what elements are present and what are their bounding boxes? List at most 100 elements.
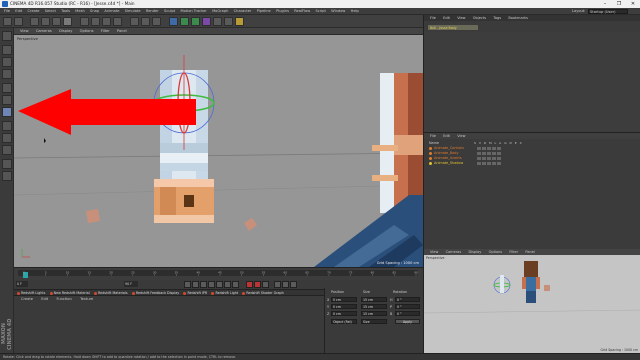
menu-script[interactable]: Script [315, 8, 325, 15]
menu-simulate[interactable]: Simulate [125, 8, 141, 15]
goto-start-icon[interactable] [184, 281, 191, 288]
menu-realflow[interactable]: RealFlow [294, 8, 310, 15]
menu-help[interactable]: Help [351, 8, 359, 15]
rot-p-field[interactable]: 0 ° [395, 304, 420, 309]
layer-menu-view[interactable]: View [457, 133, 465, 139]
move-icon[interactable] [41, 17, 50, 26]
obj-menu-file[interactable]: File [430, 15, 436, 21]
workplane-icon[interactable] [2, 69, 12, 79]
mat-menu-function[interactable]: Function [56, 296, 71, 302]
minimize-button[interactable]: – [598, 0, 612, 8]
make-editable-icon[interactable] [2, 31, 12, 41]
viewport-menu-panel[interactable]: Panel [117, 28, 127, 35]
menu-snap[interactable]: Snap [90, 8, 99, 15]
size-x-field[interactable]: 15 cm [361, 297, 387, 302]
goto-end-icon[interactable] [232, 281, 239, 288]
render-settings-icon[interactable] [152, 17, 161, 26]
layer-row[interactable]: Animate_Controls [429, 146, 501, 151]
menu-plugins[interactable]: Plugins [276, 8, 289, 15]
model-mode-icon[interactable] [2, 45, 12, 55]
autokey-icon[interactable] [254, 281, 261, 288]
layer-row[interactable]: Animate_Body [429, 151, 501, 156]
edges-mode-icon[interactable] [2, 95, 12, 105]
planar-workplane-icon[interactable] [2, 171, 12, 181]
viewport-menu-options[interactable]: Options [80, 28, 94, 35]
size-z-field[interactable]: 15 cm [361, 311, 387, 316]
render-picture-viewer-icon[interactable] [141, 17, 150, 26]
mat-menu-texture[interactable]: Texture [80, 296, 93, 302]
obj-menu-objects[interactable]: Objects [473, 15, 486, 21]
start-frame-field[interactable]: 0 F [16, 281, 28, 287]
menu-render[interactable]: Render [146, 8, 159, 15]
menu-file[interactable]: File [4, 8, 10, 15]
next-key-icon[interactable] [224, 281, 231, 288]
perspective-viewport[interactable]: Perspective Grid Spacing : 1000 cm [14, 35, 423, 267]
snapping-icon[interactable] [2, 145, 12, 155]
polygons-mode-icon[interactable] [2, 107, 12, 117]
record-keys-icon[interactable] [246, 281, 253, 288]
layout-dropdown[interactable]: Startup (User) [588, 9, 628, 14]
scale-key-icon[interactable] [282, 281, 289, 288]
y-axis-icon[interactable] [91, 17, 100, 26]
x-axis-icon[interactable] [80, 17, 89, 26]
obj-menu-bookmarks[interactable]: Bookmarks [508, 15, 528, 21]
apply-button[interactable]: Apply [395, 319, 420, 324]
size-y-field[interactable]: 15 cm [361, 304, 387, 309]
close-button[interactable]: ✕ [626, 0, 640, 8]
scale-icon[interactable] [52, 17, 61, 26]
object-row-selected[interactable]: Null - Jesse Body [428, 25, 478, 30]
light-icon[interactable] [235, 17, 244, 26]
position-key-icon[interactable] [274, 281, 281, 288]
enable-axis-icon[interactable] [2, 121, 12, 131]
menu-tools[interactable]: Tools [61, 8, 70, 15]
prev-key-icon[interactable] [192, 281, 199, 288]
points-mode-icon[interactable] [2, 83, 12, 93]
menu-character[interactable]: Character [234, 8, 252, 15]
obj-menu-edit[interactable]: Edit [443, 15, 450, 21]
obj-menu-view[interactable]: View [457, 15, 465, 21]
tweak-icon[interactable] [2, 133, 12, 143]
redo-icon[interactable] [14, 17, 23, 26]
menu-window[interactable]: Window [331, 8, 345, 15]
rot-b-field[interactable]: 0 ° [395, 311, 420, 316]
obj-menu-tags[interactable]: Tags [493, 15, 501, 21]
layer-menu-edit[interactable]: Edit [443, 133, 450, 139]
layer-row[interactable]: Animate_Inverts [429, 156, 501, 161]
camera-icon[interactable] [224, 17, 233, 26]
viewport-menu-view[interactable]: View [20, 28, 29, 35]
menu-motion-tracker[interactable]: Motion Tracker [180, 8, 206, 15]
layer-menu-file[interactable]: File [430, 133, 436, 139]
viewport-menu-cameras[interactable]: Cameras [36, 28, 52, 35]
play-icon[interactable] [208, 281, 215, 288]
pos-z-field[interactable]: 0 cm [331, 311, 357, 316]
layer-row[interactable]: Animate_Shadow [429, 161, 501, 166]
menu-sculpt[interactable]: Sculpt [164, 8, 175, 15]
menu-pipeline[interactable]: Pipeline [257, 8, 271, 15]
mat-menu-edit[interactable]: Edit [41, 296, 48, 302]
menu-edit[interactable]: Edit [15, 8, 22, 15]
timeline-ruler[interactable]: 0 5 10 15 20 25 30 35 40 45 50 55 60 65 70 75 80 85 90 [18, 270, 418, 278]
cube-icon[interactable] [169, 17, 178, 26]
viewport-menu-display[interactable]: Display [59, 28, 72, 35]
menu-animate[interactable]: Animate [104, 8, 119, 15]
viewport-menu-filter[interactable]: Filter [101, 28, 110, 35]
rotate-icon[interactable] [63, 17, 72, 26]
mini-viewport[interactable]: Perspective Grid Spacing : 1000 cm [424, 255, 640, 353]
pos-y-field[interactable]: 0 cm [331, 304, 357, 309]
live-selection-icon[interactable] [30, 17, 39, 26]
lock-workplane-icon[interactable] [2, 159, 12, 169]
array-icon[interactable] [191, 17, 200, 26]
rot-h-field[interactable]: 0 ° [395, 297, 420, 302]
z-axis-icon[interactable] [102, 17, 111, 26]
maximize-button[interactable]: ❐ [612, 0, 626, 8]
menu-select[interactable]: Select [45, 8, 56, 15]
keyframe-selection-icon[interactable] [262, 281, 269, 288]
size-mode-dropdown[interactable]: Size [361, 319, 387, 324]
coordinate-system-icon[interactable] [113, 17, 122, 26]
mat-menu-create[interactable]: Create [21, 296, 33, 302]
menu-mograph[interactable]: MoGraph [212, 8, 228, 15]
pos-x-field[interactable]: 0 cm [331, 297, 357, 302]
floor-icon[interactable] [213, 17, 222, 26]
texture-mode-icon[interactable] [2, 57, 12, 67]
menu-create[interactable]: Create [28, 8, 40, 15]
